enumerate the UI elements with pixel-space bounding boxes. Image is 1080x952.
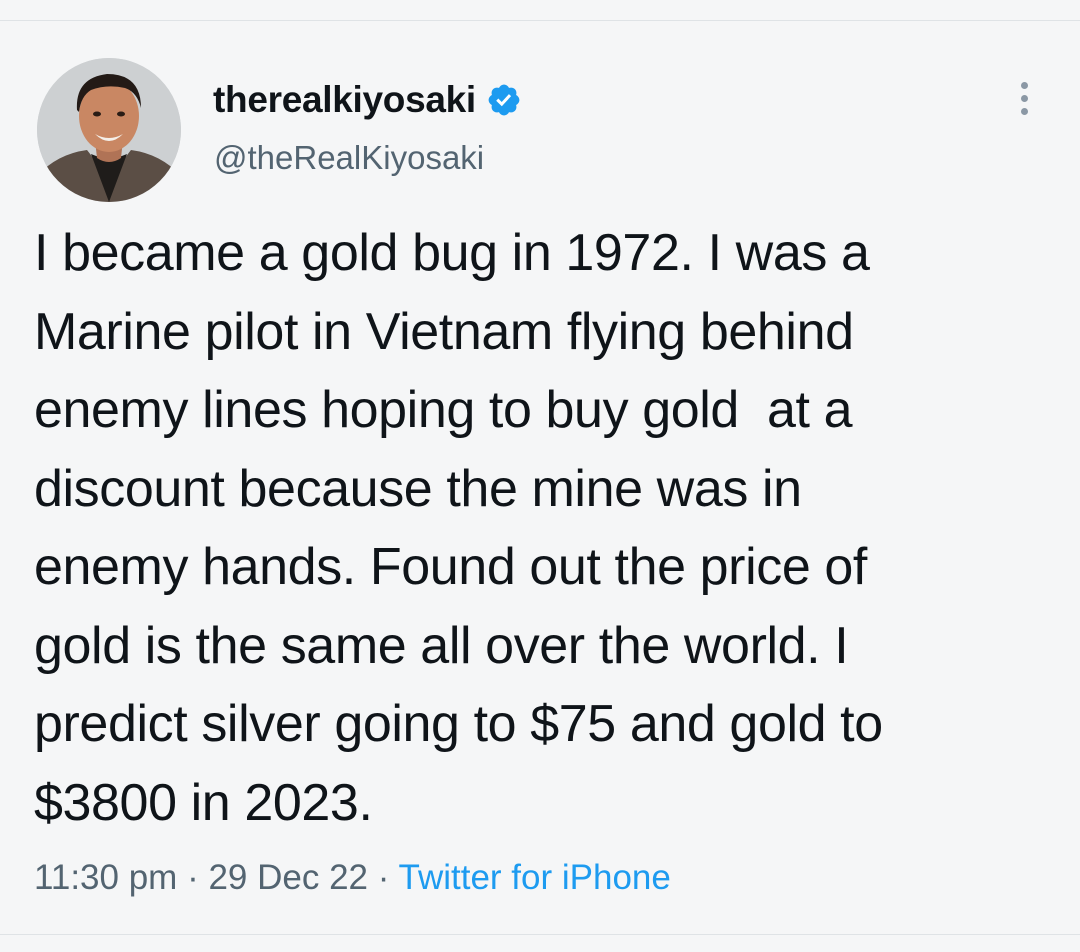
tweet-text: I became a gold bug in 1972. I was a Mari… bbox=[34, 214, 1054, 842]
tweet-text-line: $3800 in 2023. bbox=[34, 773, 373, 832]
display-name[interactable]: therealkiyosaki bbox=[213, 78, 476, 122]
avatar[interactable] bbox=[37, 58, 181, 202]
bottom-divider bbox=[0, 934, 1080, 935]
tweet-text-line: enemy lines hoping to buy gold at a bbox=[34, 381, 853, 439]
more-vertical-icon-dot bbox=[1020, 94, 1028, 102]
avatar-image bbox=[37, 58, 181, 202]
tweet-time[interactable]: 11:30 pm bbox=[34, 858, 177, 897]
more-vertical-icon bbox=[1020, 81, 1028, 89]
meta-separator: · bbox=[368, 858, 399, 897]
more-options-button[interactable] bbox=[1006, 76, 1042, 120]
more-vertical-icon-dot bbox=[1020, 107, 1028, 115]
tweet-source-link[interactable]: Twitter for iPhone bbox=[399, 858, 671, 897]
top-divider bbox=[0, 20, 1080, 21]
tweet-text-line: discount because the mine was in bbox=[34, 459, 802, 518]
tweet-meta: 11:30 pm · 29 Dec 22 · Twitter for iPhon… bbox=[34, 856, 671, 900]
author-handle[interactable]: @theRealKiyosaki bbox=[214, 138, 484, 178]
tweet-text-line: gold is the same all over the world. I bbox=[34, 616, 849, 675]
tweet-text-line: enemy hands. Found out the price of bbox=[34, 538, 867, 596]
tweet-text-line: Marine pilot in Vietnam flying behind bbox=[34, 302, 854, 361]
verified-badge-icon bbox=[486, 82, 522, 118]
tweet-text-line: predict silver going to $75 and gold to bbox=[34, 695, 883, 753]
tweet-text-line: I became a gold bug in 1972. I was a bbox=[34, 224, 870, 282]
author-name[interactable]: therealkiyosaki bbox=[213, 78, 522, 122]
meta-separator: · bbox=[177, 858, 209, 897]
tweet-date[interactable]: 29 Dec 22 bbox=[208, 858, 368, 897]
